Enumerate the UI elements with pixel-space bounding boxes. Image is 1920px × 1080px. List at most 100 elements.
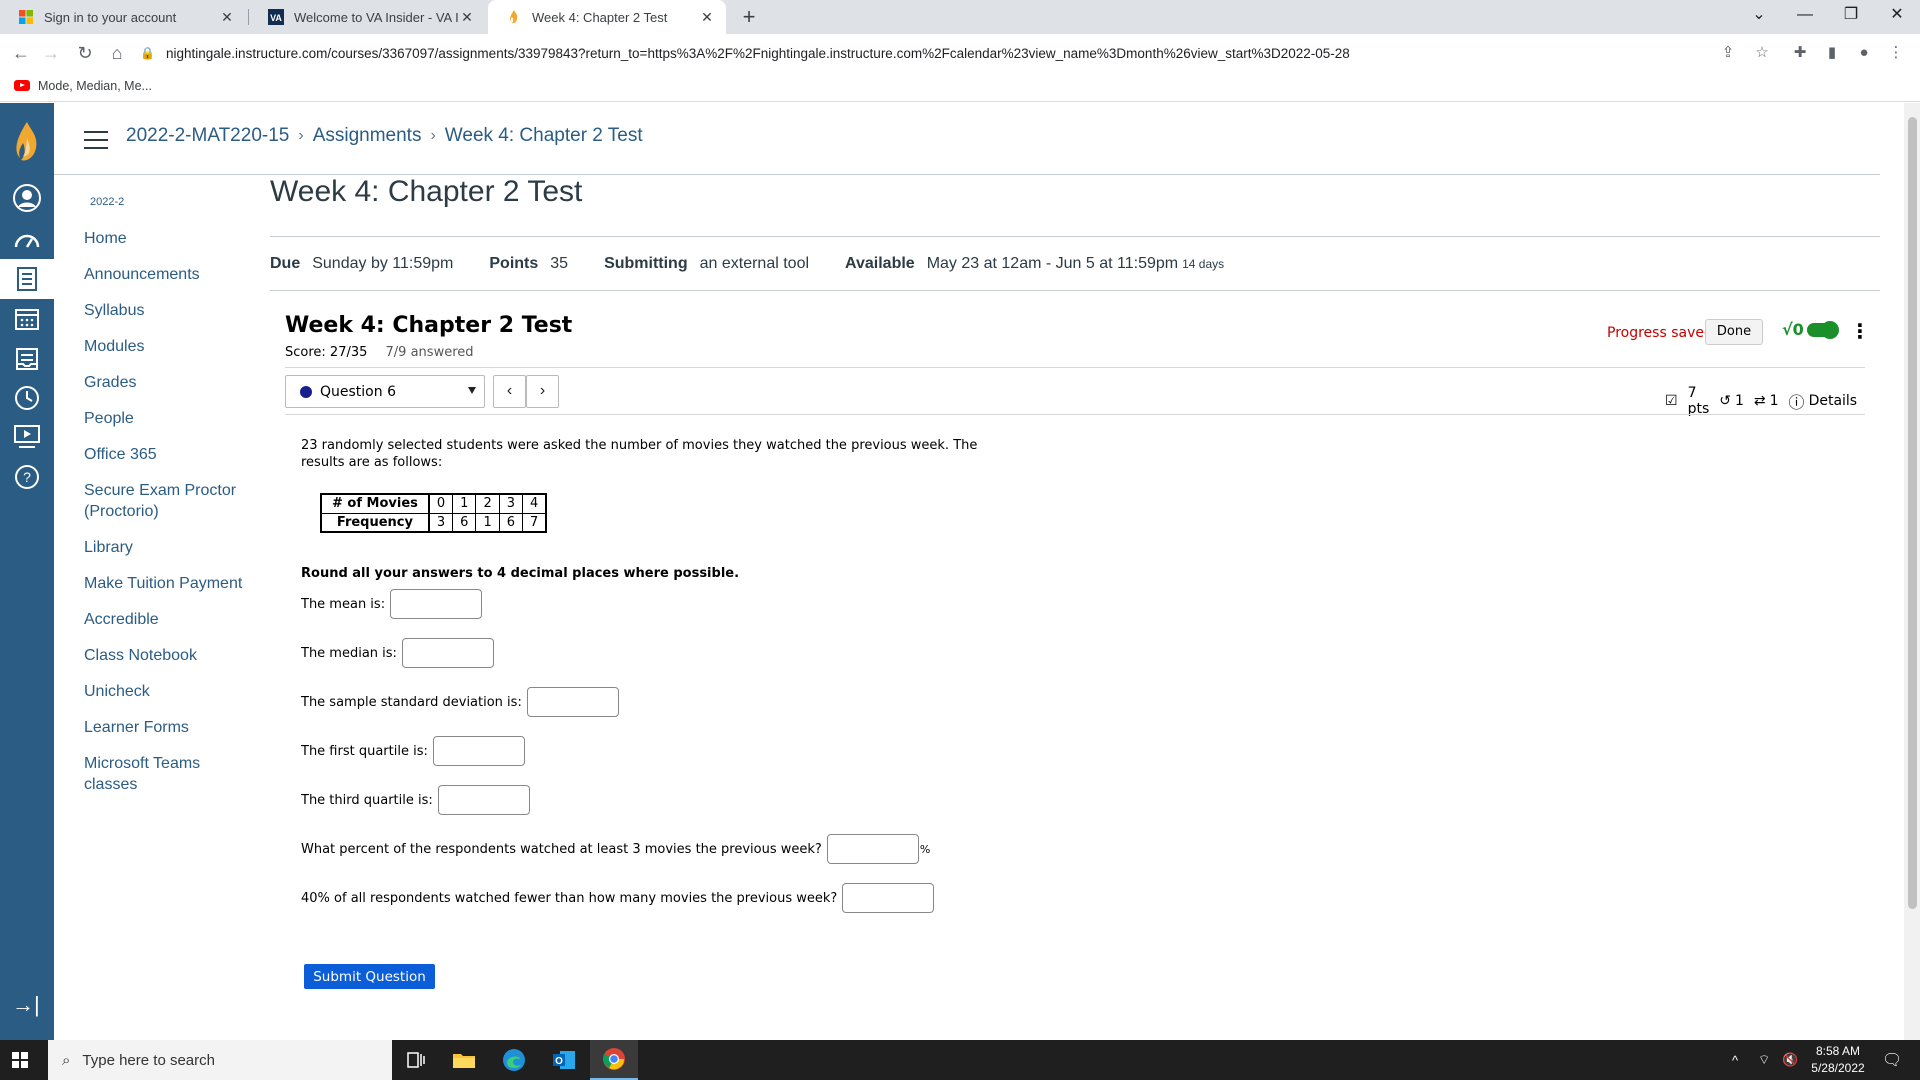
course-nav-home[interactable]: Home: [84, 228, 264, 249]
task-view-icon[interactable]: [392, 1040, 440, 1080]
course-nav-class-notebook[interactable]: Class Notebook: [84, 645, 264, 666]
percent-input[interactable]: [826, 834, 919, 864]
bookmark-item[interactable]: Mode, Median, Me...: [38, 79, 152, 93]
third-quartile-input[interactable]: [437, 785, 530, 815]
submitting-value: an external tool: [699, 254, 810, 272]
outlook-icon[interactable]: O: [540, 1040, 588, 1080]
volume-muted-icon[interactable]: 🔇: [1782, 1040, 1798, 1080]
search-placeholder: Type here to search: [82, 1051, 215, 1069]
microsoft-favicon-icon: [19, 10, 33, 24]
studio-icon[interactable]: [0, 417, 54, 457]
assessment-title: Week 4: Chapter 2 Test: [285, 313, 573, 338]
courses-icon[interactable]: [0, 259, 54, 299]
std-dev-input[interactable]: [526, 687, 619, 717]
hamburger-menu-icon[interactable]: [84, 131, 108, 149]
chrome-taskbar-icon[interactable]: [590, 1040, 638, 1080]
question-select[interactable]: Question 6: [285, 375, 485, 408]
share-icon[interactable]: ⇪: [1716, 40, 1740, 66]
table-row: # of Movies 0 1 2 3 4: [320, 493, 547, 514]
tab-sign-in[interactable]: Sign in to your account ✕: [0, 0, 246, 34]
scrollbar-thumb[interactable]: [1908, 117, 1917, 909]
taskbar-search-box[interactable]: ⌕ Type here to search: [48, 1040, 392, 1080]
table-row-header: Frequency: [320, 512, 430, 533]
course-nav-proctorio[interactable]: Secure Exam Proctor (Proctorio): [84, 480, 264, 522]
inbox-icon[interactable]: [0, 339, 54, 379]
toggle-switch[interactable]: [1806, 320, 1839, 339]
course-nav-library[interactable]: Library: [84, 537, 264, 558]
submit-question-button[interactable]: Submit Question: [304, 964, 435, 989]
course-nav-grades[interactable]: Grades: [84, 372, 264, 393]
question-points: 7 pts: [1687, 385, 1710, 417]
median-input[interactable]: [401, 638, 494, 668]
course-nav-office-365[interactable]: Office 365: [84, 444, 264, 465]
score-text: Score: 27/35: [285, 345, 368, 360]
breadcrumb-course[interactable]: 2022-2-MAT220-15: [126, 125, 289, 147]
account-icon[interactable]: [0, 178, 54, 218]
info-icon[interactable]: ⓘ: [1789, 389, 1805, 413]
minimize-button[interactable]: —: [1782, 0, 1828, 30]
network-icon[interactable]: ⌔: [1758, 1040, 1770, 1080]
notifications-icon[interactable]: 🗨: [1882, 1040, 1902, 1080]
breadcrumb-current[interactable]: Week 4: Chapter 2 Test: [445, 125, 643, 147]
done-button[interactable]: Done: [1705, 319, 1763, 345]
percentile-input[interactable]: [842, 883, 935, 913]
file-explorer-icon[interactable]: [440, 1040, 488, 1080]
tab-va-insider[interactable]: VA Welcome to VA Insider - VA INSI ✕: [250, 0, 486, 34]
windows-start-icon[interactable]: [12, 1052, 28, 1068]
tab-close-icon[interactable]: ✕: [698, 9, 716, 26]
chrome-menu-icon[interactable]: ⋮: [1884, 40, 1908, 66]
close-window-button[interactable]: ✕: [1874, 0, 1920, 30]
details-link[interactable]: Details: [1809, 393, 1858, 409]
question-row-percent: What percent of the respondents watched …: [301, 834, 930, 864]
course-nav-modules[interactable]: Modules: [84, 336, 264, 357]
tab-close-icon[interactable]: ✕: [218, 9, 236, 26]
clock-time: 8:58 AM: [1815, 1044, 1861, 1058]
frequency-table: # of Movies 0 1 2 3 4 Frequency 3 6 1 6 …: [320, 493, 548, 533]
profile-avatar-icon[interactable]: ●: [1852, 40, 1876, 66]
reload-icon[interactable]: ↻: [72, 40, 98, 66]
dashboard-icon[interactable]: [0, 220, 54, 260]
course-nav-teams[interactable]: Microsoft Teams classes: [84, 753, 224, 795]
course-nav-accredible[interactable]: Accredible: [84, 609, 264, 630]
back-arrow-icon[interactable]: ←: [8, 40, 34, 66]
edge-browser-icon[interactable]: [490, 1040, 538, 1080]
mean-input[interactable]: [390, 589, 483, 619]
calendar-icon[interactable]: [0, 299, 54, 339]
breadcrumb-assignments[interactable]: Assignments: [313, 125, 422, 147]
nightingale-logo-icon[interactable]: [0, 113, 54, 171]
svg-text:O: O: [555, 1056, 563, 1067]
home-icon[interactable]: ⌂: [104, 40, 130, 66]
flame-favicon-icon: [510, 10, 518, 24]
tab-close-icon[interactable]: ✕: [458, 9, 476, 26]
course-nav-unicheck[interactable]: Unicheck: [84, 681, 264, 702]
tab-chapter-2-test[interactable]: Week 4: Chapter 2 Test ✕: [488, 0, 726, 34]
retry-icon: ↺: [1719, 393, 1731, 409]
answered-count: 7/9 answered: [385, 345, 474, 360]
question-row-std-dev: The sample standard deviation is:: [301, 687, 619, 717]
page-scrollbar[interactable]: [1904, 103, 1920, 1040]
help-icon[interactable]: ?: [0, 457, 54, 497]
collapse-nav-icon[interactable]: →|: [12, 992, 40, 1018]
new-tab-button[interactable]: +: [736, 4, 762, 30]
extensions-puzzle-icon[interactable]: ✚: [1788, 40, 1812, 66]
first-quartile-input[interactable]: [432, 736, 525, 766]
history-clock-icon[interactable]: [0, 378, 54, 418]
math-entry-toggle[interactable]: √0: [1782, 320, 1839, 339]
tab-search-chevron-icon[interactable]: ⌄: [1736, 0, 1782, 30]
address-bar[interactable]: 🔒 nightingale.instructure.com/courses/33…: [140, 40, 1760, 66]
tray-overflow-icon[interactable]: ^: [1732, 1040, 1738, 1080]
side-panel-icon[interactable]: ▮: [1820, 40, 1844, 66]
restore-button[interactable]: ❐: [1828, 0, 1874, 30]
bookmark-star-icon[interactable]: ☆: [1750, 40, 1774, 66]
course-nav-syllabus[interactable]: Syllabus: [84, 300, 264, 321]
more-options-icon[interactable]: ⋮: [1850, 319, 1870, 344]
previous-question-button[interactable]: ‹: [493, 375, 526, 408]
forward-arrow-icon[interactable]: →: [38, 40, 64, 66]
next-question-button[interactable]: ›: [526, 375, 559, 408]
score-line: Score: 27/35 7/9 answered: [285, 345, 474, 360]
course-nav-learner-forms[interactable]: Learner Forms: [84, 717, 264, 738]
taskbar-clock[interactable]: 8:58 AM 5/28/2022: [1800, 1043, 1876, 1077]
course-nav-people[interactable]: People: [84, 408, 264, 429]
course-nav-announcements[interactable]: Announcements: [84, 264, 264, 285]
course-nav-tuition[interactable]: Make Tuition Payment: [84, 573, 264, 594]
